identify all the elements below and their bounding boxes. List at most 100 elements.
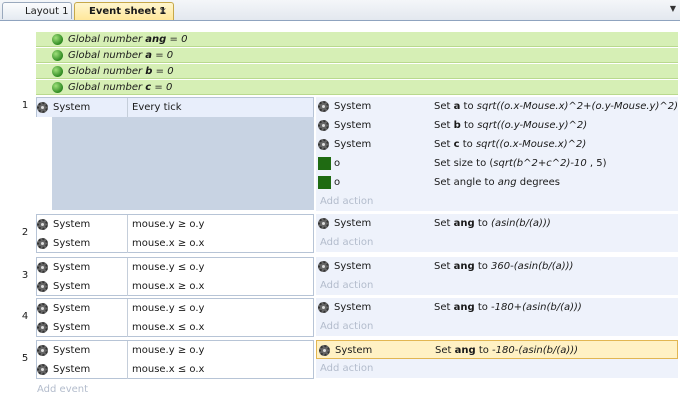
- action-row[interactable]: o Set angle to ang degrees: [316, 173, 678, 192]
- gear-icon: [37, 262, 48, 273]
- action-object: System: [334, 120, 372, 131]
- condition-empty-area: [52, 117, 314, 210]
- condition-block[interactable]: System mouse.y ≥ o.y System mouse.x ≥ o.x: [36, 214, 314, 253]
- condition-row[interactable]: System mouse.x ≤ o.x: [37, 360, 313, 379]
- action-text-part: ang: [453, 261, 475, 272]
- condition-row[interactable]: System mouse.y ≤ o.y: [37, 258, 313, 277]
- sprite-icon: [318, 176, 331, 189]
- condition-block[interactable]: System mouse.y ≤ o.y System mouse.x ≥ o.x: [36, 257, 314, 296]
- action-object: System: [334, 302, 372, 313]
- action-text-part: Set: [434, 101, 454, 112]
- gear-icon: [318, 261, 329, 272]
- global-prefix: Global number: [68, 82, 146, 93]
- action-row[interactable]: System Set ang to -180-(asin(b/(a))): [316, 340, 678, 359]
- condition-object: System: [53, 238, 91, 249]
- action-text-part: to: [475, 345, 493, 356]
- global-variable-row[interactable]: Global number ang = 0: [36, 32, 678, 47]
- action-text-part: Set: [434, 218, 454, 229]
- action-row[interactable]: o Set size to (sqrt(b^2+c^2)-10 , 5): [316, 154, 678, 173]
- condition-row[interactable]: System mouse.x ≤ o.x: [37, 318, 313, 337]
- global-suffix: = 0: [151, 82, 173, 93]
- condition-block[interactable]: System mouse.y ≥ o.y System mouse.x ≤ o.x: [36, 340, 314, 379]
- action-row[interactable]: System Set ang to (asin(b/(a))): [316, 214, 678, 233]
- action-row[interactable]: System Set ang to -180+(asin(b/(a))): [316, 298, 678, 317]
- condition-text: mouse.y ≤ o.y: [127, 299, 313, 318]
- add-action-row[interactable]: Add action: [316, 359, 678, 378]
- condition-row[interactable]: System mouse.y ≤ o.y: [37, 299, 313, 318]
- condition-text: mouse.x ≤ o.x: [127, 360, 313, 379]
- action-row[interactable]: System Set a to sqrt((o.x-Mouse.x)^2+(o.y…: [316, 97, 678, 116]
- condition-object: System: [53, 262, 91, 273]
- condition-block[interactable]: System Every tick: [36, 97, 314, 117]
- action-object: System: [334, 139, 372, 150]
- tab-menu-chevron-down-icon[interactable]: ▼: [670, 4, 676, 13]
- add-action-link: Add action: [320, 363, 374, 374]
- add-event-link[interactable]: Add event: [37, 384, 88, 395]
- action-text-part: -180+(asin(b/(a))): [491, 302, 582, 313]
- action-text-part: ang: [454, 345, 476, 356]
- global-variable-row[interactable]: Global number c = 0: [36, 80, 678, 95]
- gear-icon: [318, 218, 329, 229]
- condition-row[interactable]: System mouse.x ≥ o.x: [37, 234, 313, 253]
- tab-label: Event sheet 1: [89, 6, 167, 17]
- gear-icon: [37, 219, 48, 230]
- action-text: Set ang to -180+(asin(b/(a))): [434, 298, 582, 317]
- action-text-part: to: [474, 302, 492, 313]
- action-text-part: (asin(b/(a))): [491, 218, 551, 229]
- close-icon[interactable]: ×: [159, 3, 167, 20]
- add-action-row[interactable]: Add action: [316, 317, 678, 336]
- global-name: ang: [145, 34, 167, 45]
- condition-row[interactable]: System Every tick: [37, 98, 313, 117]
- global-variable-row[interactable]: Global number b = 0: [36, 64, 678, 79]
- tab-event-sheet-1[interactable]: Event sheet 1 ×: [74, 2, 174, 20]
- condition-row[interactable]: System mouse.x ≥ o.x: [37, 277, 313, 296]
- action-block[interactable]: System Set ang to -180+(asin(b/(a))) Add a…: [316, 298, 678, 336]
- global-suffix: = 0: [152, 50, 174, 61]
- event-number: 3: [21, 270, 29, 281]
- action-text-part: sqrt((o.y-Mouse.y)^2): [477, 120, 588, 131]
- global-variable-row[interactable]: Global number a = 0: [36, 48, 678, 63]
- global-suffix: = 0: [166, 34, 188, 45]
- action-row[interactable]: System Set ang to 360-(asin(b/(a))): [316, 257, 678, 276]
- action-row[interactable]: System Set b to sqrt((o.y-Mouse.y)^2): [316, 116, 678, 135]
- add-action-row[interactable]: Add action: [316, 192, 678, 211]
- action-block[interactable]: System Set ang to (asin(b/(a))) Add action: [316, 214, 678, 252]
- gear-icon: [37, 345, 48, 356]
- action-row[interactable]: System Set c to sqrt((o.x-Mouse.x)^2): [316, 135, 678, 154]
- condition-text: mouse.x ≤ o.x: [127, 318, 313, 337]
- action-object: System: [334, 218, 372, 229]
- global-icon: [52, 66, 63, 77]
- action-text-part: sqrt((o.x-Mouse.x)^2): [475, 139, 587, 150]
- tab-layout-1[interactable]: Layout 1: [2, 2, 72, 19]
- action-text: Set a to sqrt((o.x-Mouse.x)^2+(o.y-Mouse…: [434, 97, 678, 116]
- condition-object: System: [53, 322, 91, 333]
- action-text-part: Set: [434, 302, 454, 313]
- event-number: 4: [21, 311, 29, 322]
- action-block[interactable]: System Set ang to 360-(asin(b/(a))) Add ac…: [316, 257, 678, 295]
- condition-row[interactable]: System mouse.y ≥ o.y: [37, 215, 313, 234]
- action-block[interactable]: System Set a to sqrt((o.x-Mouse.x)^2+(o.y…: [316, 97, 678, 211]
- global-icon: [52, 50, 63, 61]
- condition-text: mouse.y ≥ o.y: [127, 341, 313, 360]
- global-prefix: Global number: [68, 50, 146, 61]
- add-action-link: Add action: [320, 237, 374, 248]
- condition-row[interactable]: System mouse.y ≥ o.y: [37, 341, 313, 360]
- event-sheet[interactable]: Global number ang = 0 Global number a = 0…: [0, 21, 680, 409]
- action-block[interactable]: System Set ang to -180-(asin(b/(a))) Add a…: [316, 340, 678, 378]
- condition-block[interactable]: System mouse.y ≤ o.y System mouse.x ≤ o.x: [36, 298, 314, 337]
- event-number: 2: [21, 227, 29, 238]
- gear-icon: [37, 303, 48, 314]
- action-text-part: Set angle to: [434, 177, 498, 188]
- action-object: System: [334, 101, 372, 112]
- action-text: Set angle to ang degrees: [434, 173, 560, 192]
- add-action-row[interactable]: Add action: [316, 233, 678, 252]
- add-action-row[interactable]: Add action: [316, 276, 678, 295]
- action-text-part: Set: [434, 139, 454, 150]
- condition-text: mouse.x ≥ o.x: [127, 234, 313, 253]
- action-text-part: ang: [497, 177, 517, 188]
- gear-icon: [318, 101, 329, 112]
- action-text-part: Set: [434, 120, 454, 131]
- tab-label: Layout 1: [25, 6, 69, 17]
- condition-object: System: [53, 219, 91, 230]
- condition-text: mouse.y ≥ o.y: [127, 215, 313, 234]
